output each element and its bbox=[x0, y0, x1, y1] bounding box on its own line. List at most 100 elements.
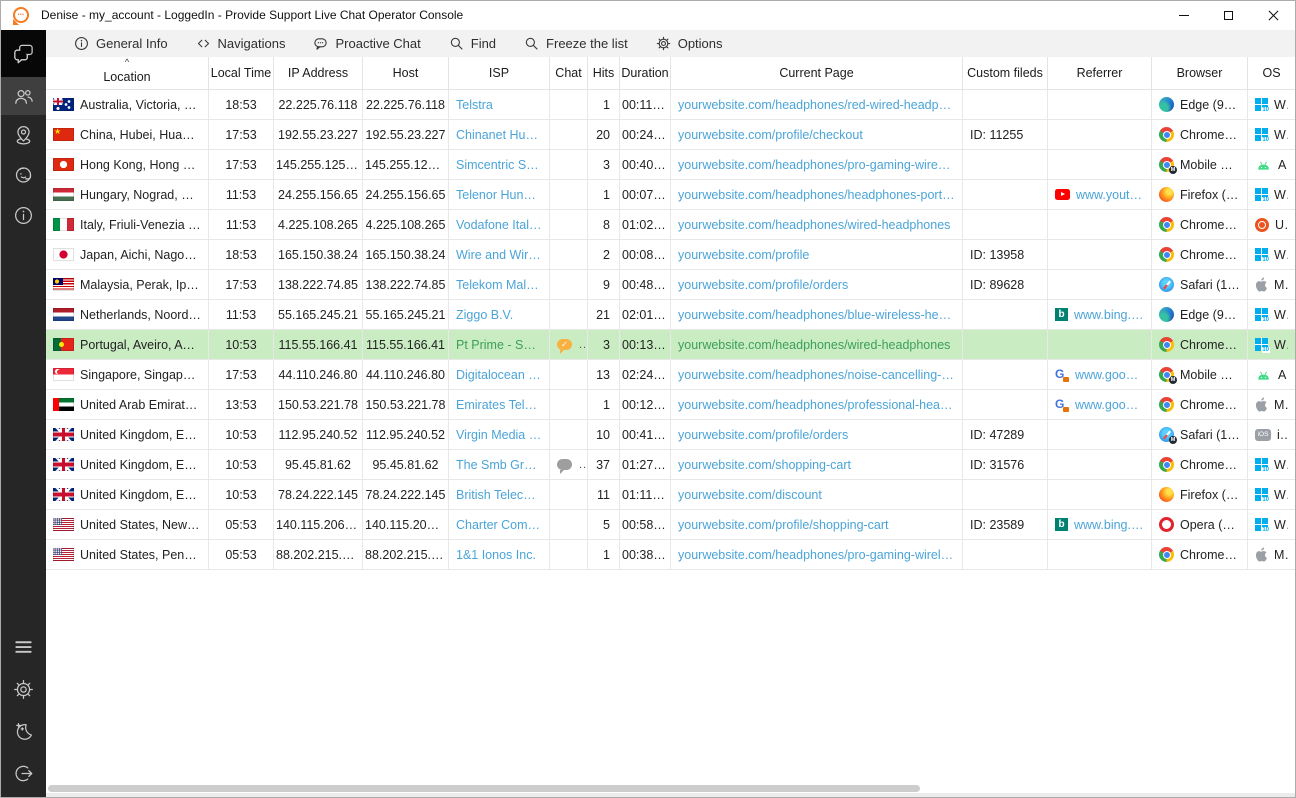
current-page-link[interactable]: yourwebsite.com/shopping-cart bbox=[678, 458, 851, 472]
table-row[interactable]: United States, Pennsy...05:5388.202.215.… bbox=[46, 540, 1296, 570]
isp-link[interactable]: Vodafone Italia ... bbox=[456, 218, 542, 232]
toolbar-item-navigations[interactable]: Navigations bbox=[182, 30, 300, 57]
table-row[interactable]: United Kingdom, Engl...10:5378.24.222.14… bbox=[46, 480, 1296, 510]
isp-link[interactable]: British Telecom... bbox=[456, 488, 542, 502]
current-page-link[interactable]: yourwebsite.com/headphones/pro-gaming-wi… bbox=[678, 548, 955, 562]
column-header-current-page[interactable]: Current Page bbox=[671, 57, 963, 89]
sidebar-item-location-pin[interactable] bbox=[0, 115, 46, 155]
column-header-local-time[interactable]: Local Time bbox=[209, 57, 274, 89]
horizontal-scrollbar-thumb[interactable] bbox=[48, 785, 920, 792]
cell-hits-text: 11 bbox=[597, 488, 610, 502]
current-page-link[interactable]: yourwebsite.com/profile bbox=[678, 248, 809, 262]
column-header-custom-fileds[interactable]: Custom fileds bbox=[963, 57, 1048, 89]
current-page-link[interactable]: yourwebsite.com/headphones/red-wired-hea… bbox=[678, 98, 955, 112]
isp-link[interactable]: 1&1 Ionos Inc. bbox=[456, 548, 536, 562]
referrer-link[interactable]: www.google... bbox=[1075, 368, 1144, 382]
table-row[interactable]: Japan, Aichi, Nagoya, ...18:53165.150.38… bbox=[46, 240, 1296, 270]
table-row[interactable]: Malaysia, Perak, Ipoh, ...17:53138.222.7… bbox=[46, 270, 1296, 300]
minimize-button[interactable] bbox=[1161, 0, 1206, 30]
current-page-link[interactable]: yourwebsite.com/profile/checkout bbox=[678, 128, 863, 142]
current-page-link[interactable]: yourwebsite.com/headphones/professional-… bbox=[678, 398, 955, 412]
column-header-host[interactable]: Host bbox=[363, 57, 449, 89]
isp-link[interactable]: Pt Prime - Solu... bbox=[456, 338, 542, 352]
column-header-hits[interactable]: Hits bbox=[588, 57, 620, 89]
table-row[interactable]: United States, New Yo...05:53140.115.206… bbox=[46, 510, 1296, 540]
isp-link[interactable]: Chinanet Hube... bbox=[456, 128, 542, 142]
current-page-link[interactable]: yourwebsite.com/headphones/noise-cancell… bbox=[678, 368, 955, 382]
current-page-link[interactable]: yourwebsite.com/discount bbox=[678, 488, 822, 502]
close-button[interactable] bbox=[1251, 0, 1296, 30]
column-header-duration[interactable]: Duration bbox=[620, 57, 671, 89]
code-brackets-icon bbox=[196, 36, 211, 51]
table-row[interactable]: Hungary, Nograd, Kar...11:5324.255.156.6… bbox=[46, 180, 1296, 210]
toolbar-item-find[interactable]: Find bbox=[435, 30, 510, 57]
column-header-referrer[interactable]: Referrer bbox=[1048, 57, 1152, 89]
referrer-link[interactable]: www.youtub... bbox=[1076, 188, 1144, 202]
isp-link[interactable]: Telekom Malay... bbox=[456, 278, 542, 292]
column-header-os[interactable]: OS bbox=[1248, 57, 1296, 89]
referrer-link[interactable]: www.google... bbox=[1075, 398, 1144, 412]
isp-link[interactable]: Virgin Media Li... bbox=[456, 428, 542, 442]
current-page-link[interactable]: yourwebsite.com/headphones/headphones-po… bbox=[678, 188, 955, 202]
windows10-icon bbox=[1255, 338, 1268, 351]
toolbar-item-proactive-chat[interactable]: Proactive Chat bbox=[299, 30, 434, 57]
current-page-link[interactable]: yourwebsite.com/profile/orders bbox=[678, 278, 848, 292]
cell-duration: 02:01:35 bbox=[620, 300, 671, 329]
isp-link[interactable]: Charter Commu... bbox=[456, 518, 542, 532]
sidebar-item-dark-mode-moon[interactable] bbox=[0, 710, 46, 752]
sidebar-item-visitors[interactable] bbox=[0, 77, 46, 115]
isp-link[interactable]: Wire and Wirel... bbox=[456, 248, 542, 262]
maximize-button[interactable] bbox=[1206, 0, 1251, 30]
isp-link[interactable]: Emirates Teleco... bbox=[456, 398, 542, 412]
cell-location: United States, Pennsy... bbox=[46, 540, 209, 569]
isp-link[interactable]: Ziggo B.V. bbox=[456, 308, 513, 322]
current-page-link[interactable]: yourwebsite.com/headphones/wired-headpho… bbox=[678, 218, 950, 232]
minimize-icon bbox=[1179, 15, 1189, 16]
cell-local-time-text: 17:53 bbox=[225, 158, 256, 172]
sidebar-item-operator-headset[interactable] bbox=[0, 155, 46, 195]
isp-link[interactable]: Digitalocean Llc bbox=[456, 368, 542, 382]
toolbar-item-options[interactable]: Options bbox=[642, 30, 737, 57]
table-row[interactable]: Portugal, Aveiro, Ave...10:53115.55.166.… bbox=[46, 330, 1296, 360]
table-row[interactable]: Hong Kong, Hong Ko...17:53145.255.125.55… bbox=[46, 150, 1296, 180]
table-row[interactable]: United Kingdom, Engl...10:53112.95.240.5… bbox=[46, 420, 1296, 450]
cell-ip-address-text: 150.53.221.78 bbox=[278, 398, 358, 412]
isp-link[interactable]: Telstra bbox=[456, 98, 493, 112]
current-page-link[interactable]: yourwebsite.com/profile/orders bbox=[678, 428, 848, 442]
table-row[interactable]: United Kingdom, Engl...10:5395.45.81.629… bbox=[46, 450, 1296, 480]
sidebar-item-gear[interactable] bbox=[0, 668, 46, 710]
sidebar-item-logout[interactable] bbox=[0, 752, 46, 794]
isp-link[interactable]: Telenor Hungar... bbox=[456, 188, 542, 202]
visitor-table: ^LocationLocal TimeIP AddressHostISPChat… bbox=[46, 57, 1296, 798]
isp-link[interactable]: Simcentric Solu... bbox=[456, 158, 542, 172]
horizontal-scrollbar[interactable] bbox=[46, 784, 1296, 793]
sidebar-item-menu[interactable] bbox=[0, 626, 46, 668]
table-row[interactable]: Singapore, Singapore...17:5344.110.246.8… bbox=[46, 360, 1296, 390]
toolbar-item-freeze-the-list[interactable]: Freeze the list bbox=[510, 30, 642, 57]
table-row[interactable]: United Arab Emirates...13:53150.53.221.7… bbox=[46, 390, 1296, 420]
column-header-ip-address[interactable]: IP Address bbox=[274, 57, 363, 89]
current-page-link[interactable]: yourwebsite.com/headphones/blue-wireless… bbox=[678, 308, 955, 322]
current-page-link[interactable]: yourwebsite.com/headphones/wired-headpho… bbox=[678, 338, 950, 352]
table-row[interactable]: Italy, Friuli-Venezia Gi...11:534.225.10… bbox=[46, 210, 1296, 240]
current-page-link[interactable]: yourwebsite.com/profile/shopping-cart bbox=[678, 518, 889, 532]
referrer-link[interactable]: www.bing.co... bbox=[1074, 308, 1144, 322]
column-header-location[interactable]: ^Location bbox=[46, 57, 209, 89]
sidebar-item-info-circle[interactable] bbox=[0, 195, 46, 235]
cell-host-text: 150.53.221.78 bbox=[366, 398, 446, 412]
column-header-chat[interactable]: Chat bbox=[550, 57, 588, 89]
current-page-link[interactable]: yourwebsite.com/headphones/pro-gaming-wi… bbox=[678, 158, 955, 172]
sidebar-item-chats[interactable] bbox=[0, 30, 46, 77]
column-header-isp[interactable]: ISP bbox=[449, 57, 550, 89]
cell-isp: Digitalocean Llc bbox=[449, 360, 550, 389]
column-header-browser[interactable]: Browser bbox=[1152, 57, 1248, 89]
cell-duration: 01:11:54 bbox=[620, 480, 671, 509]
table-row[interactable]: China, Hubei, Huangg...17:53192.55.23.22… bbox=[46, 120, 1296, 150]
isp-link[interactable]: The Smb Group bbox=[456, 458, 542, 472]
table-row[interactable]: Netherlands, Noord-...11:5355.165.245.21… bbox=[46, 300, 1296, 330]
table-row[interactable]: Australia, Victoria, Ge...18:5322.225.76… bbox=[46, 90, 1296, 120]
toolbar-item-label: Proactive Chat bbox=[335, 36, 420, 51]
referrer-link[interactable]: www.bing.co... bbox=[1074, 518, 1144, 532]
cell-local-time-text: 10:53 bbox=[225, 338, 256, 352]
toolbar-item-general-info[interactable]: General Info bbox=[60, 30, 182, 57]
